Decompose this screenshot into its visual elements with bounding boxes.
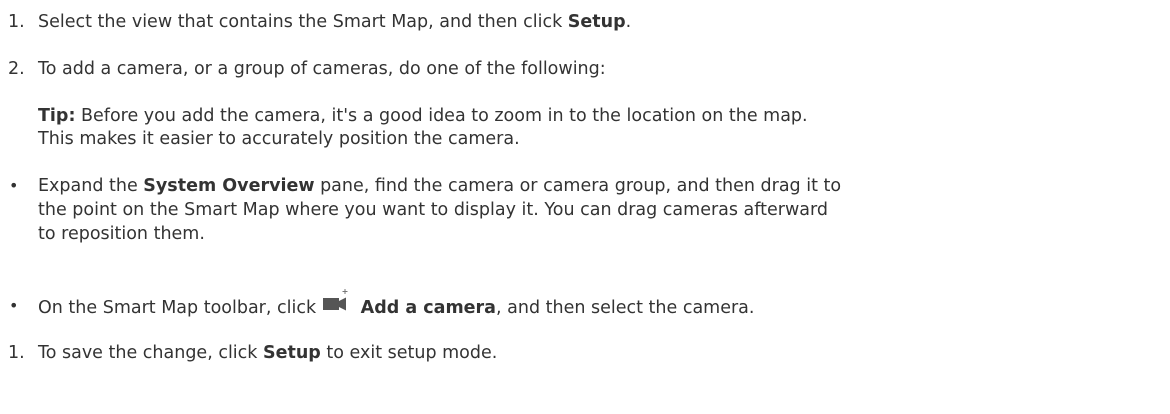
system-overview-term: System Overview <box>143 176 315 196</box>
step-text-part: . <box>625 12 632 32</box>
bullet-text-part: , and then select the camera. <box>496 298 755 318</box>
step-text: To save the change, click Setup to exit … <box>38 341 497 365</box>
step-number: 2. <box>8 59 25 79</box>
step-number: 1. <box>8 343 25 363</box>
tip-text-part: Before you add the camera, it's a good i… <box>75 106 808 126</box>
step-text-part: To save the change, click <box>38 343 263 363</box>
step-text-part: to exit setup mode. <box>320 343 498 363</box>
tip-text-part: This makes it easier to accurately posit… <box>38 129 520 149</box>
tip-label: Tip: <box>38 106 76 126</box>
add-camera-icon <box>322 289 349 314</box>
bullet-text-part: Expand the <box>38 176 144 196</box>
setup-term: Setup <box>567 12 626 32</box>
bullet-text-part: pane, find the camera or camera group, a… <box>314 176 842 196</box>
bullet-text-part: On the Smart Map toolbar, click <box>38 298 322 318</box>
step-number: 1. <box>8 12 25 32</box>
bullet-text: Expand the System Overview pane, find th… <box>38 174 841 198</box>
step-text: To add a camera, or a group of cameras, … <box>38 59 606 79</box>
bullet-marker: • <box>9 176 19 195</box>
step-text: Select the view that contains the Smart … <box>38 10 631 34</box>
bullet-text: On the Smart Map toolbar, click Add a ca… <box>38 289 755 320</box>
setup-term: Setup <box>263 343 321 363</box>
add-a-camera-term: Add a camera <box>360 298 496 318</box>
tip-text: Tip: Before you add the camera, it's a g… <box>38 104 808 128</box>
bullet-text-part: the point on the Smart Map where you wan… <box>38 200 828 220</box>
bullet-text-part: to reposition them. <box>38 224 205 244</box>
bullet-marker: • <box>9 296 19 315</box>
step-text-part: Select the view that contains the Smart … <box>38 12 568 32</box>
